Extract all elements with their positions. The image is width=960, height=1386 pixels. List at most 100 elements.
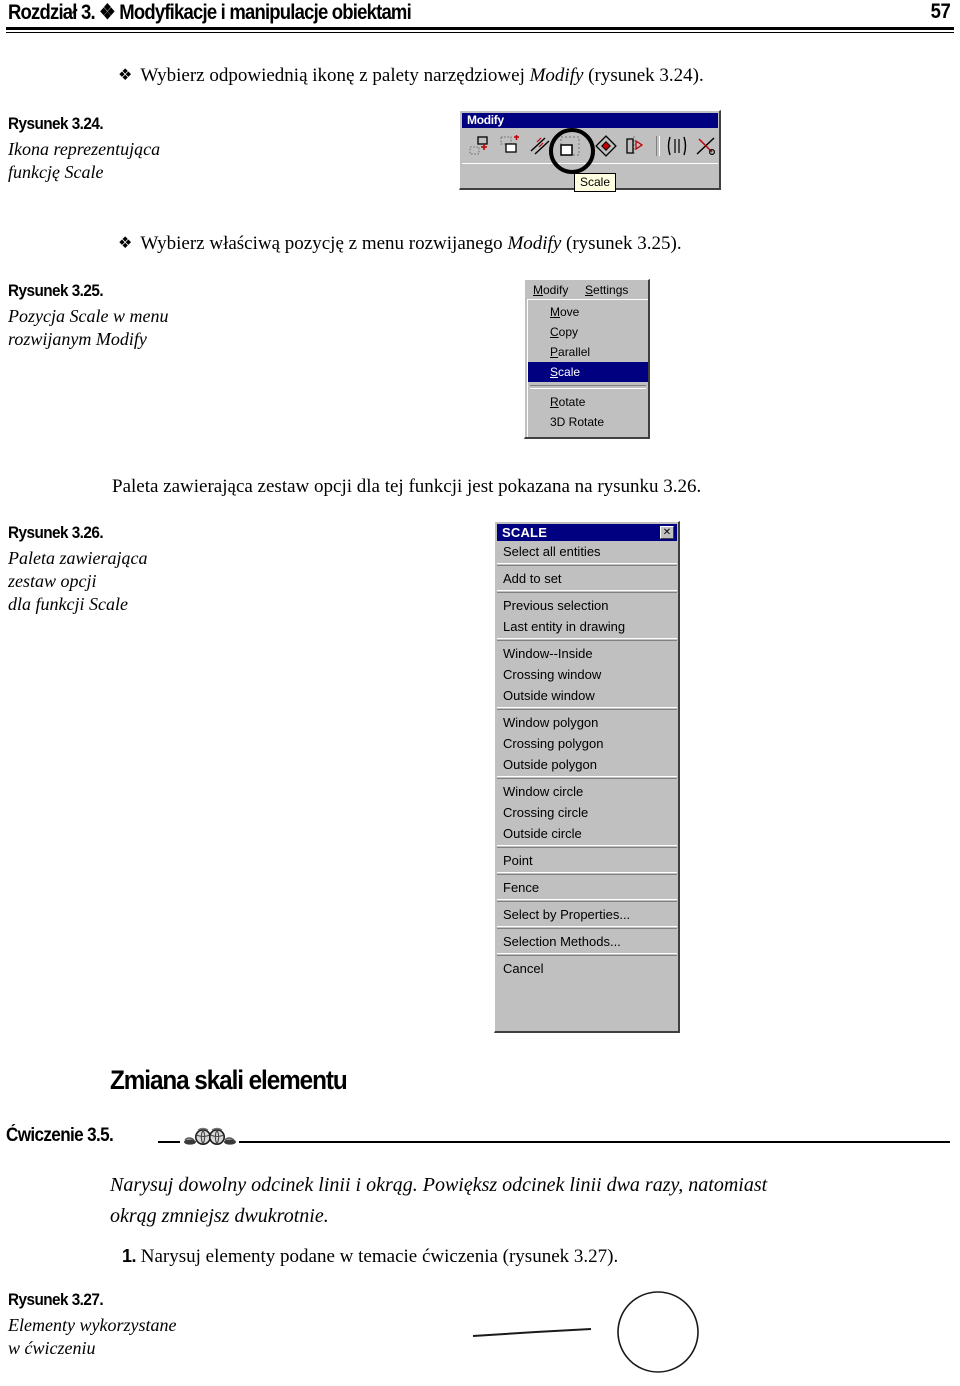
stretch-icon[interactable] — [665, 134, 689, 158]
bullet-item-toolbar: ❖ Wybierz odpowiednią ikonę z palety narz… — [118, 63, 704, 88]
palette-item-outside-circle[interactable]: Outside circle — [497, 823, 677, 844]
exercise-step-number: 1. — [122, 1246, 137, 1266]
exercise-step-1: 1. Narysuj elementy podane w temacie ćwi… — [122, 1243, 618, 1270]
palette-divider — [497, 707, 677, 710]
figure-desc-326-line2: zestaw opcji — [8, 571, 97, 591]
menu-item-copy[interactable]: Copy — [528, 322, 648, 342]
menu-item-3d-rotate[interactable]: 3D Rotate — [528, 412, 648, 432]
menu-item-parallel[interactable]: Parallel — [528, 342, 648, 362]
figure-desc-326-line3: dla funkcji Scale — [8, 594, 128, 614]
section-heading: Zmiana skali elementu — [110, 1065, 348, 1095]
bullet-text-before: Wybierz właściwą pozycję z menu rozwijan… — [140, 233, 508, 254]
figure-desc-324-line2: funkcję Scale — [8, 162, 104, 182]
palette-item-outside-window[interactable]: Outside window — [497, 685, 677, 706]
header-title: Rozdział 3. ❖ Modyfikacje i manipulacje … — [8, 1, 412, 24]
figure-caption-325: Rysunek 3.25. Pozycja Scale w menu rozwi… — [8, 281, 308, 351]
bullet-text-after: (rysunek 3.24). — [583, 65, 704, 86]
palette-divider — [497, 638, 677, 641]
figure-number-324: Rysunek 3.24. — [8, 114, 104, 133]
palette-item-window-circle[interactable]: Window circle — [497, 781, 677, 802]
figure-caption-326: Rysunek 3.26. Paleta zawierająca zestaw … — [8, 523, 308, 616]
palette-item-fence[interactable]: Fence — [497, 877, 677, 898]
palette-divider — [497, 899, 677, 902]
palette-item-window-polygon[interactable]: Window polygon — [497, 712, 677, 733]
palette-item-last-entity-in-drawing[interactable]: Last entity in drawing — [497, 616, 677, 637]
palette-item-select-all-entities[interactable]: Select all entities — [497, 541, 677, 562]
menu-item-move[interactable]: Move — [528, 302, 648, 322]
header-rule-thick — [6, 27, 954, 30]
figure-number-326: Rysunek 3.26. — [8, 523, 104, 542]
modify-dropdown-window: Modify Settings Move Copy Parallel Scale… — [524, 279, 650, 439]
bullet-emphasis: Modify — [507, 233, 562, 254]
palette-option-list: Select all entities Add to set Previous … — [497, 541, 677, 1030]
page-number: 57 — [930, 0, 950, 23]
palette-item-window-inside[interactable]: Window--Inside — [497, 643, 677, 664]
palette-divider — [497, 926, 677, 929]
copy-icon[interactable] — [498, 134, 522, 158]
palette-divider — [497, 872, 677, 875]
figure-desc-327-line2: w ćwiczeniu — [8, 1338, 96, 1358]
page-header: Rozdział 3. ❖ Modyfikacje i manipulacje … — [0, 0, 960, 34]
bullet-text-after: (rysunek 3.25). — [561, 233, 682, 254]
menu-item-rotate[interactable]: Rotate — [528, 392, 648, 412]
palette-divider — [497, 590, 677, 593]
palette-title-label: SCALE — [502, 525, 548, 540]
exercise-body-line1: Narysuj dowolny odcinek linii i okrąg. P… — [110, 1174, 768, 1196]
palette-divider — [497, 953, 677, 956]
toolbar-titlebar: Modify — [462, 113, 718, 128]
exercise-label: Ćwiczenie 3.5. — [6, 1125, 114, 1146]
palette-item-outside-polygon[interactable]: Outside polygon — [497, 754, 677, 775]
scale-tooltip: Scale — [574, 173, 617, 192]
ornament-icon — [178, 1126, 240, 1148]
circle-shape — [617, 1291, 699, 1373]
scale-icon-highlight-circle — [549, 128, 595, 174]
figure-desc-326-line1: Paleta zawierająca — [8, 548, 148, 568]
figure-number-325: Rysunek 3.25. — [8, 281, 104, 300]
trim-icon[interactable] — [694, 134, 718, 158]
palette-divider — [497, 776, 677, 779]
toolbar-separator — [656, 136, 660, 156]
palette-item-select-by-properties[interactable]: Select by Properties... — [497, 904, 677, 925]
palette-item-cancel[interactable]: Cancel — [497, 958, 677, 979]
figure-desc-324-line1: Ikona reprezentująca — [8, 139, 161, 159]
menubar-item-settings[interactable]: Settings — [585, 283, 628, 298]
exercise-body-line2: okrąg zmniejsz dwukrotnie. — [110, 1205, 329, 1227]
exercise-step-text: Narysuj elementy podane w temacie ćwicze… — [140, 1246, 619, 1267]
menu-item-scale[interactable]: Scale — [528, 362, 648, 382]
figure-desc-325-line2: rozwijanym Modify — [8, 329, 147, 349]
palette-item-point[interactable]: Point — [497, 850, 677, 871]
menu-panel: Move Copy Parallel Scale Rotate 3D Rotat… — [527, 299, 648, 437]
rotate-icon[interactable] — [594, 134, 618, 158]
exercise-rule-right — [239, 1141, 950, 1143]
figure-desc-325-line1: Pozycja Scale w menu — [8, 306, 169, 326]
palette-item-crossing-polygon[interactable]: Crossing polygon — [497, 733, 677, 754]
bullet-item-menu: ❖ Wybierz właściwą pozycję z menu rozwija… — [118, 231, 682, 256]
figure-number-327: Rysunek 3.27. — [8, 1290, 104, 1309]
bullet-text-before: Wybierz odpowiednią ikonę z palety narzę… — [140, 65, 530, 86]
line-segment — [472, 1328, 592, 1337]
palette-item-crossing-circle[interactable]: Crossing circle — [497, 802, 677, 823]
palette-divider — [497, 563, 677, 566]
modify-toolbar-window: Modify Scale — [459, 110, 721, 192]
figure-desc-327-line1: Elementy wykorzystane — [8, 1315, 177, 1335]
move-icon[interactable] — [468, 134, 492, 158]
palette-item-crossing-window[interactable]: Crossing window — [497, 664, 677, 685]
palette-divider — [497, 845, 677, 848]
palette-item-previous-selection[interactable]: Previous selection — [497, 595, 677, 616]
palette-titlebar: SCALE ✕ — [497, 524, 677, 541]
menubar-item-modify[interactable]: Modify — [533, 283, 568, 298]
bullet-diamond-icon: ❖ — [118, 233, 133, 252]
scale-palette-window: SCALE ✕ Select all entities Add to set P… — [494, 521, 680, 1033]
figure-caption-327: Rysunek 3.27. Elementy wykorzystane w ćw… — [8, 1290, 308, 1360]
palette-item-add-to-set[interactable]: Add to set — [497, 568, 677, 589]
bullet-emphasis: Modify — [529, 65, 584, 86]
header-rule-thin — [6, 32, 954, 33]
toolbar-title-label: Modify — [467, 113, 504, 127]
bullet-diamond-icon: ❖ — [118, 65, 133, 84]
palette-intro-paragraph: Paleta zawierająca zestaw opcji dla tej … — [112, 476, 702, 497]
menu-bar: Modify Settings — [527, 282, 647, 300]
palette-item-selection-methods[interactable]: Selection Methods... — [497, 931, 677, 952]
close-icon[interactable]: ✕ — [660, 526, 674, 539]
menu-divider — [530, 385, 646, 389]
mirror-icon[interactable] — [624, 134, 648, 158]
